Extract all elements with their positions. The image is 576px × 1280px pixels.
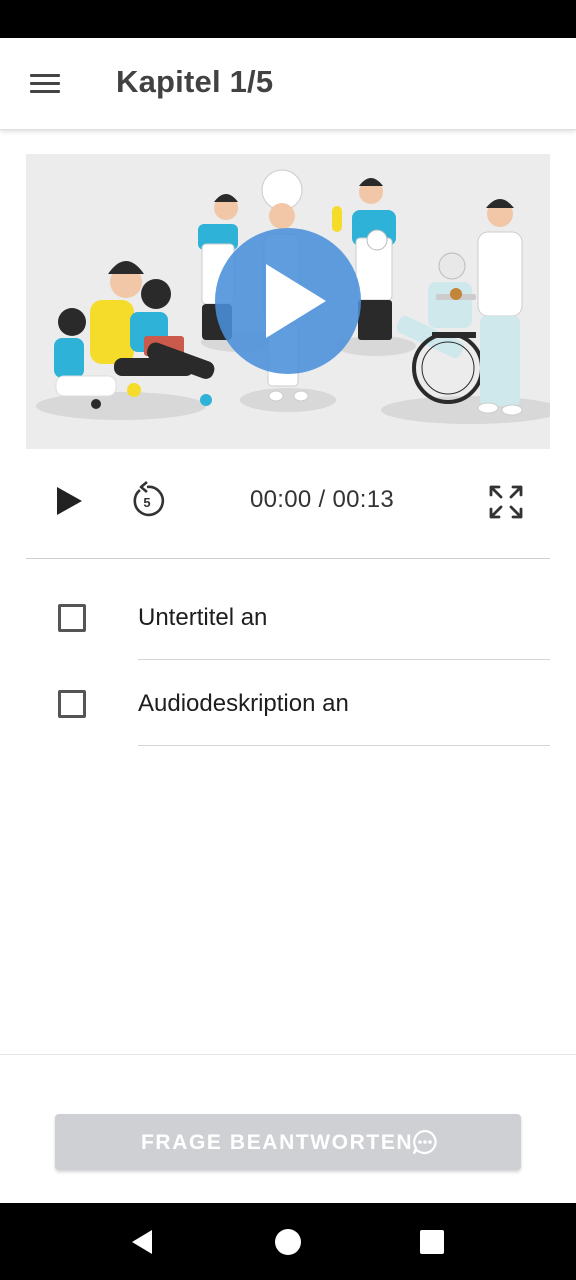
play-circle-icon[interactable]: [26, 154, 550, 449]
chat-bubble-icon: [412, 1129, 437, 1155]
replay-5-icon: 5: [133, 481, 165, 517]
video-player[interactable]: [26, 154, 550, 449]
play-icon[interactable]: [52, 484, 86, 518]
divider: [138, 745, 550, 746]
app-bar: Kapitel 1/5: [0, 38, 576, 130]
recents-square-icon[interactable]: [420, 1230, 444, 1254]
replay-5-button[interactable]: 5: [126, 480, 168, 522]
answer-question-label: FRAGE BEANTWORTEN: [141, 1131, 414, 1154]
audio-description-option[interactable]: Audiodeskription an: [26, 660, 550, 746]
time-display: 00:00 / 00:13: [250, 486, 395, 513]
page-title: Kapitel 1/5: [116, 64, 274, 99]
fullscreen-icon[interactable]: [486, 482, 526, 522]
player-controls: 5 00:00 / 00:13: [26, 466, 550, 534]
replay-seconds-label: 5: [143, 495, 150, 510]
subtitles-checkbox[interactable]: [58, 604, 86, 632]
answer-question-button[interactable]: FRAGE BEANTWORTEN: [55, 1114, 521, 1170]
audio-description-label: Audiodeskription an: [138, 690, 349, 717]
back-triangle-icon[interactable]: [128, 1227, 158, 1257]
divider: [26, 558, 550, 559]
status-bar: [0, 0, 576, 38]
subtitles-label: Untertitel an: [138, 604, 268, 631]
hamburger-menu-icon[interactable]: [22, 62, 68, 106]
subtitles-option[interactable]: Untertitel an: [26, 574, 550, 660]
home-circle-icon[interactable]: [275, 1229, 301, 1255]
system-navigation-bar: [0, 1203, 576, 1280]
audio-description-checkbox[interactable]: [58, 690, 86, 718]
divider: [0, 1054, 576, 1055]
